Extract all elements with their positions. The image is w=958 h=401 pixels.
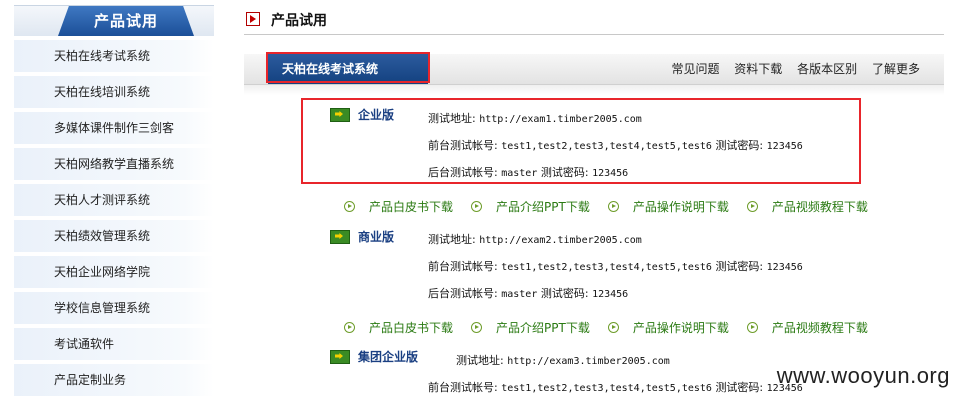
link-downloads[interactable]: 资料下载 xyxy=(734,62,782,76)
edition-test-url: 测试地址: http://exam3.timber2005.com xyxy=(456,354,670,367)
edition-name: 集团企业版 xyxy=(358,350,419,364)
sidebar-item-talent-assessment[interactable]: 天柏人才测评系统 xyxy=(14,184,214,216)
green-arrow-icon xyxy=(330,108,350,122)
sidebar-item-enterprise-academy[interactable]: 天柏企业网络学院 xyxy=(14,256,214,288)
watermark: www.wooyun.org xyxy=(776,363,950,388)
download-manual-link[interactable]: 产品操作说明下载 xyxy=(633,198,729,215)
test-url-link[interactable]: http://exam1.timber2005.com xyxy=(479,114,642,125)
edition-test-url: 测试地址: http://exam2.timber2005.com xyxy=(428,233,642,246)
sidebar-item-school-info[interactable]: 学校信息管理系统 xyxy=(14,292,214,324)
tab-online-exam-system[interactable]: 天柏在线考试系统 xyxy=(268,54,428,84)
download-ppt-link[interactable]: 产品介绍PPT下载 xyxy=(496,198,590,215)
main-content: 产品试用 天柏在线考试系统 常见问题 资料下载 各版本区别 了解更多 企业版 测… xyxy=(244,0,944,401)
link-learn-more[interactable]: 了解更多 xyxy=(872,62,920,76)
edition-test-url: 测试地址: http://exam1.timber2005.com xyxy=(428,112,642,125)
download-video-link[interactable]: 产品视频教程下载 xyxy=(772,319,868,336)
edition-front-accounts: 前台测试帐号: test1,test2,test3,test4,test5,te… xyxy=(428,139,803,152)
download-whitepaper-link[interactable]: 产品白皮书下载 xyxy=(369,198,453,215)
sidebar-item-custom-service[interactable]: 产品定制业务 xyxy=(14,364,214,396)
sidebar-item-live-teaching[interactable]: 天柏网络教学直播系统 xyxy=(14,148,214,180)
circle-arrow-icon xyxy=(471,201,483,212)
edition-front-accounts: 前台测试帐号: test1,test2,test3,test4,test5,te… xyxy=(428,381,803,394)
link-faq[interactable]: 常见问题 xyxy=(671,62,719,76)
sidebar-item-multimedia-courseware[interactable]: 多媒体课件制作三剑客 xyxy=(14,112,214,144)
edition-name: 商业版 xyxy=(358,230,395,244)
circle-arrow-icon xyxy=(607,322,619,333)
sidebar-item-online-training[interactable]: 天柏在线培训系统 xyxy=(14,76,214,108)
download-ppt-link[interactable]: 产品介绍PPT下载 xyxy=(496,319,590,336)
download-video-link[interactable]: 产品视频教程下载 xyxy=(772,198,868,215)
test-url-link[interactable]: http://exam2.timber2005.com xyxy=(479,235,642,246)
test-url-link[interactable]: http://exam3.timber2005.com xyxy=(507,356,670,367)
edition-front-accounts: 前台测试帐号: test1,test2,test3,test4,test5,te… xyxy=(428,260,803,273)
edition-name: 企业版 xyxy=(358,108,395,122)
circle-arrow-icon xyxy=(344,201,355,212)
page-title: 产品试用 xyxy=(271,13,327,29)
green-arrow-icon xyxy=(330,350,350,364)
link-version-diff[interactable]: 各版本区别 xyxy=(797,62,857,76)
circle-arrow-icon xyxy=(471,322,483,333)
circle-arrow-icon xyxy=(607,201,619,212)
arrow-box-icon xyxy=(246,12,260,26)
sidebar-header: 产品试用 xyxy=(14,5,214,36)
download-links-row: 产品白皮书下载 产品介绍PPT下载 产品操作说明下载 产品视频教程下载 xyxy=(344,198,886,216)
tab-bar-shadow xyxy=(244,85,944,95)
sidebar-item-exam-software[interactable]: 考试通软件 xyxy=(14,328,214,360)
circle-arrow-icon xyxy=(746,322,758,333)
edition-back-account: 后台测试帐号: master 测试密码: 123456 xyxy=(428,287,629,300)
download-links-row: 产品白皮书下载 产品介绍PPT下载 产品操作说明下载 产品视频教程下载 xyxy=(344,319,886,337)
edition-back-account: 后台测试帐号: master 测试密码: 123456 xyxy=(428,166,629,179)
green-arrow-icon xyxy=(330,230,350,244)
circle-arrow-icon xyxy=(344,322,355,333)
sidebar-item-online-exam[interactable]: 天柏在线考试系统 xyxy=(14,40,214,72)
sidebar-title: 产品试用 xyxy=(58,6,194,36)
download-manual-link[interactable]: 产品操作说明下载 xyxy=(633,319,729,336)
circle-arrow-icon xyxy=(746,201,758,212)
sidebar: 产品试用 天柏在线考试系统 天柏在线培训系统 多媒体课件制作三剑客 天柏网络教学… xyxy=(14,5,214,401)
download-whitepaper-link[interactable]: 产品白皮书下载 xyxy=(369,319,453,336)
tab-links: 常见问题 资料下载 各版本区别 了解更多 xyxy=(660,54,920,84)
sidebar-item-performance[interactable]: 天柏绩效管理系统 xyxy=(14,220,214,252)
title-divider xyxy=(244,34,944,35)
